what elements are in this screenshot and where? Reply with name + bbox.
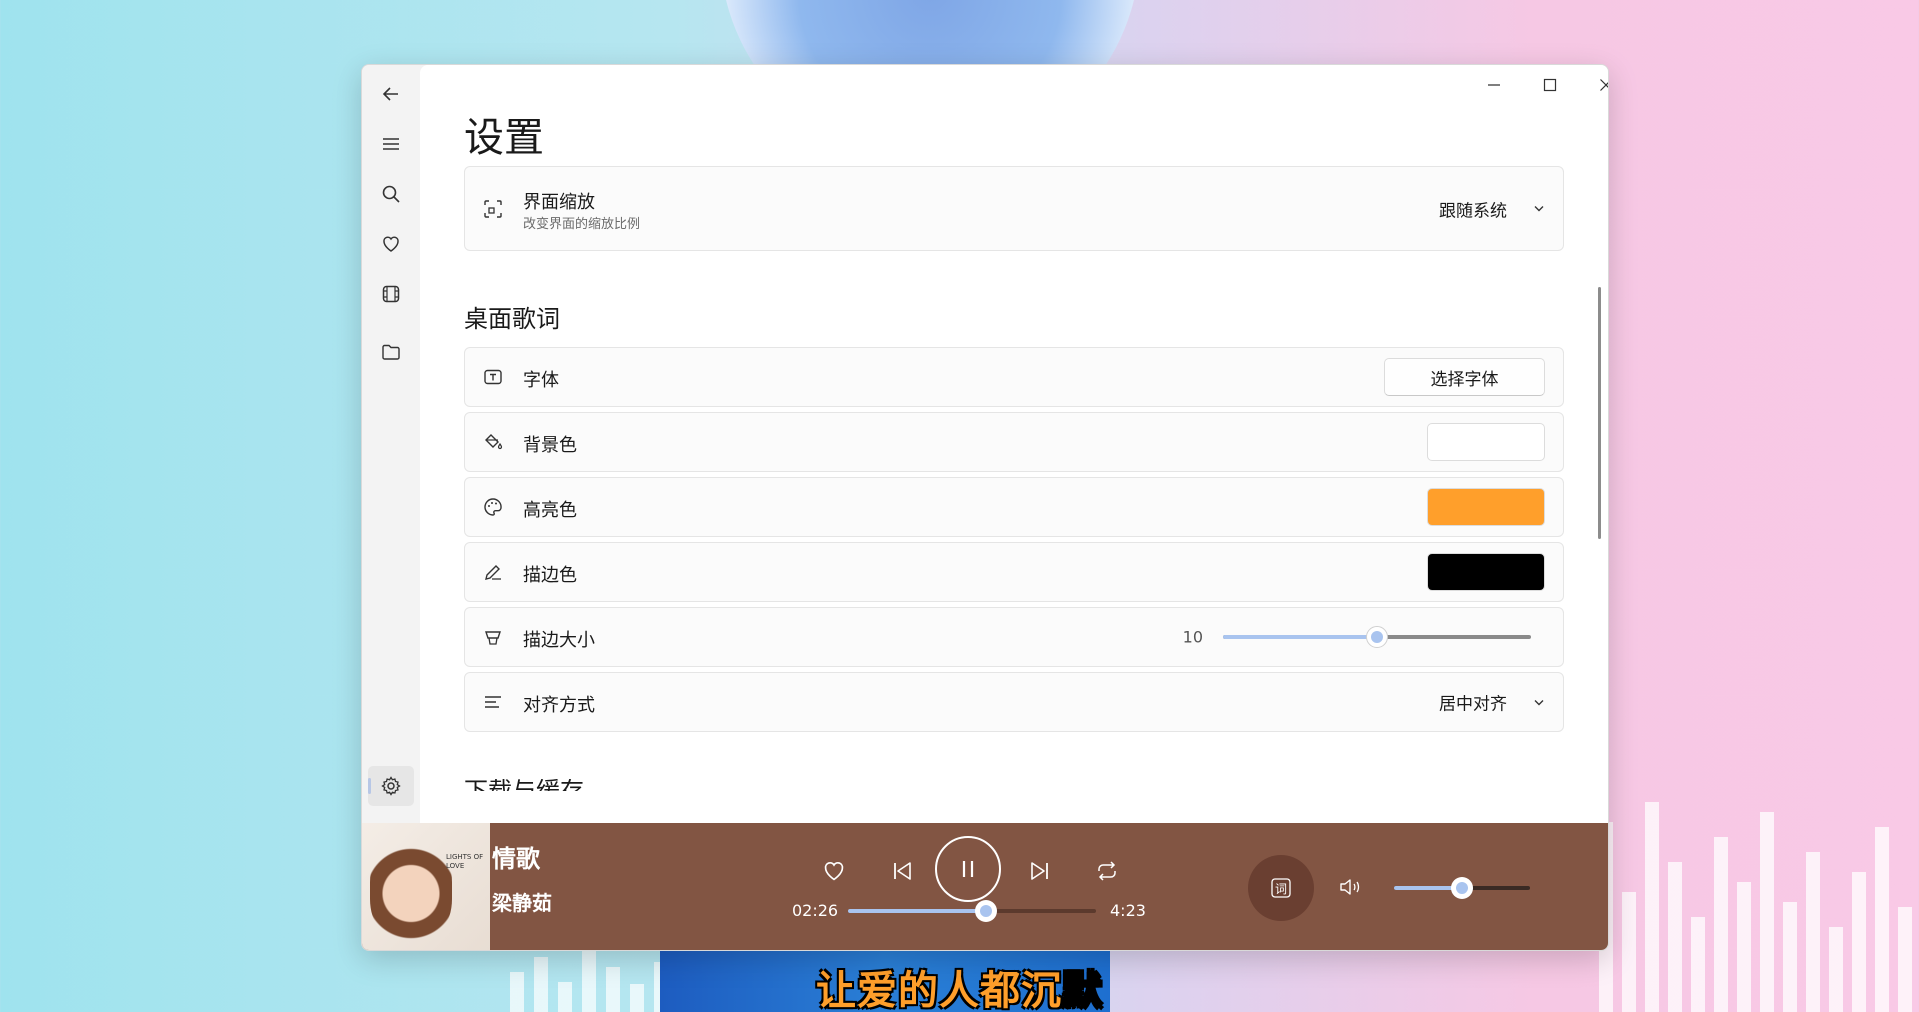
- album-cover-portrait: [370, 833, 452, 943]
- pause-icon: [962, 861, 974, 877]
- alignment-dropdown[interactable]: 居中对齐: [1439, 690, 1545, 715]
- folder-icon: [382, 344, 400, 360]
- background-color-label: 背景色: [523, 435, 577, 456]
- stroke-size-slider-thumb[interactable]: [1366, 626, 1388, 648]
- scale-setting-card: 界面缩放 改变界面的缩放比例 跟随系统: [464, 166, 1564, 251]
- nav-favorites[interactable]: [368, 224, 414, 264]
- volume-slider[interactable]: [1394, 877, 1530, 899]
- section-title-download-cache: 下载与缓存: [464, 779, 664, 791]
- close-button[interactable]: [1578, 65, 1608, 105]
- palette-icon: [481, 495, 505, 519]
- next-button[interactable]: [1020, 851, 1060, 891]
- volume-thumb[interactable]: [1451, 877, 1473, 899]
- scrollbar[interactable]: [1598, 287, 1601, 539]
- heart-icon: [824, 862, 844, 881]
- font-label: 字体: [523, 370, 559, 391]
- current-time: 02:26: [792, 901, 839, 920]
- scale-dropdown[interactable]: 跟随系统: [1439, 196, 1545, 221]
- nav-settings[interactable]: [368, 766, 414, 806]
- highlight-color-card: 高亮色: [464, 477, 1564, 537]
- pen-icon: [481, 560, 505, 584]
- stroke-size-slider-fill: [1223, 635, 1377, 639]
- nav-rail: [362, 65, 420, 825]
- progress-fill: [848, 909, 986, 913]
- stroke-color-swatch[interactable]: [1427, 553, 1545, 591]
- lyric-button-label: 词: [1274, 881, 1287, 896]
- nav-search[interactable]: [368, 174, 414, 214]
- stroke-size-slider[interactable]: [1223, 626, 1531, 648]
- scale-dropdown-value: 跟随系统: [1439, 201, 1507, 221]
- volume-button[interactable]: [1330, 867, 1370, 907]
- progress-thumb[interactable]: [974, 900, 997, 922]
- hamburger-icon: [383, 138, 399, 150]
- skip-previous-icon: [894, 862, 911, 880]
- menu-button[interactable]: [368, 124, 414, 164]
- search-icon: [382, 185, 400, 203]
- scale-icon: [481, 197, 505, 221]
- background-color-swatch[interactable]: [1427, 423, 1545, 461]
- brush-size-icon: [481, 625, 505, 649]
- stroke-size-label: 描边大小: [523, 630, 595, 651]
- font-setting-card: 字体 选择字体: [464, 347, 1564, 407]
- arrow-left-icon: [382, 87, 398, 101]
- song-title[interactable]: 情歌: [492, 839, 540, 874]
- chevron-down-icon: [1534, 699, 1544, 705]
- desktop-lyric-highlighted: 让爱的人都沉: [816, 968, 1062, 1012]
- scale-description: 改变界面的缩放比例: [523, 217, 641, 232]
- nav-video[interactable]: [368, 274, 414, 314]
- player-bar: LIGHTS OF LOVE 情歌 梁静茹 02:26 4:23 词: [362, 823, 1608, 950]
- highlight-color-swatch[interactable]: [1427, 488, 1545, 526]
- align-icon: [481, 690, 505, 714]
- scale-label: 界面缩放: [523, 192, 595, 213]
- section-title-desktop-lyric: 桌面歌词: [464, 305, 560, 333]
- album-cover-text: LIGHTS OF LOVE: [446, 853, 484, 870]
- background-color-card: 背景色: [464, 412, 1564, 472]
- desktop-lyric-rest: 默: [1062, 968, 1103, 1012]
- total-time: 4:23: [1110, 901, 1146, 920]
- alignment-dropdown-value: 居中对齐: [1439, 694, 1507, 715]
- page-title: 设置: [464, 115, 544, 161]
- paint-bucket-icon: [481, 430, 505, 454]
- stroke-color-label: 描边色: [523, 565, 577, 586]
- album-cover[interactable]: LIGHTS OF LOVE: [362, 823, 490, 950]
- desktop-lyric-toggle[interactable]: 词: [1248, 855, 1314, 921]
- film-icon: [382, 285, 400, 303]
- select-font-button[interactable]: 选择字体: [1384, 358, 1545, 396]
- settings-page[interactable]: 设置 界面缩放 改变界面的缩放比例 跟随系统 桌面歌词 字体 选择字体 背景色 …: [420, 65, 1608, 825]
- text-icon: [481, 365, 505, 389]
- alignment-card: 对齐方式 居中对齐: [464, 672, 1564, 732]
- previous-button[interactable]: [882, 851, 922, 891]
- like-button[interactable]: [814, 851, 854, 891]
- stroke-size-value: 10: [1182, 627, 1203, 647]
- back-button[interactable]: [368, 74, 414, 114]
- song-artist[interactable]: 梁静茹: [492, 887, 552, 916]
- close-icon: [1600, 79, 1608, 91]
- maximize-icon: [1543, 78, 1557, 92]
- nav-folder[interactable]: [368, 332, 414, 372]
- repeat-button[interactable]: [1087, 851, 1127, 891]
- minimize-button[interactable]: [1466, 65, 1522, 105]
- speaker-icon: [1340, 879, 1360, 895]
- highlight-color-label: 高亮色: [523, 500, 577, 521]
- progress-slider[interactable]: [848, 900, 1096, 922]
- chevron-down-icon: [1534, 206, 1544, 212]
- stroke-color-card: 描边色: [464, 542, 1564, 602]
- desktop-lyric-overlay[interactable]: 让爱的人都沉默: [0, 958, 1919, 1012]
- pause-button[interactable]: [935, 836, 1001, 902]
- gear-icon: [381, 776, 401, 796]
- stroke-size-card: 描边大小 10: [464, 607, 1564, 667]
- app-window: 设置 界面缩放 改变界面的缩放比例 跟随系统 桌面歌词 字体 选择字体 背景色 …: [361, 64, 1609, 951]
- heart-icon: [383, 236, 399, 252]
- repeat-icon: [1098, 861, 1116, 881]
- alignment-label: 对齐方式: [523, 695, 595, 716]
- selection-indicator: [368, 778, 371, 794]
- minimize-icon: [1488, 84, 1500, 86]
- maximize-button[interactable]: [1522, 65, 1578, 105]
- skip-next-icon: [1031, 862, 1048, 880]
